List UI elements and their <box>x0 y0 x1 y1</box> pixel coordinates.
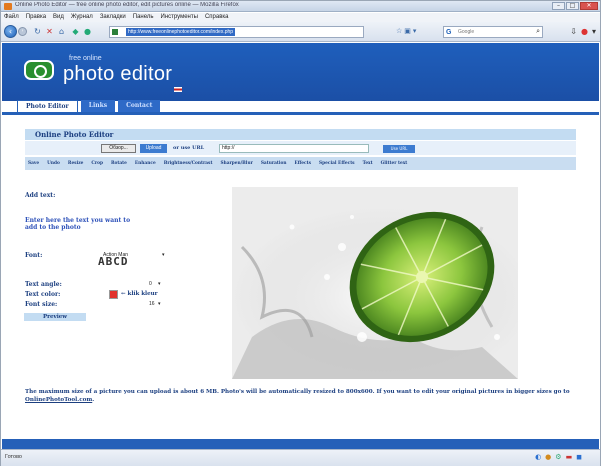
logo-tagline: free online <box>69 55 102 62</box>
site-tabs: Photo Editor Links Contact <box>2 100 599 115</box>
tool-effects[interactable]: Effects <box>294 161 311 166</box>
tool-save[interactable]: Save <box>28 161 39 166</box>
tab-photo-editor[interactable]: Photo Editor <box>17 100 78 112</box>
minimize-button[interactable]: – <box>552 2 565 10</box>
status-text: Готово <box>5 454 22 460</box>
font-preview: ABCD <box>98 255 129 268</box>
note-suffix: . <box>92 397 95 403</box>
address-bar[interactable]: http://www.freeonlinephotoeditor.com/ind… <box>109 26 364 38</box>
close-button[interactable]: ✕ <box>580 2 598 10</box>
menu-view[interactable]: Вид <box>53 13 64 22</box>
browse-button[interactable]: Обзор... <box>101 144 136 153</box>
tool-resize[interactable]: Resize <box>68 161 84 166</box>
firefox-icon <box>4 3 12 10</box>
note-text: The maximum size of a picture you can up… <box>25 389 570 395</box>
page-viewport: free online photo editor Photo Editor Li… <box>2 43 599 449</box>
photo-canvas[interactable] <box>232 187 518 379</box>
site-favicon-icon <box>112 29 118 35</box>
forward-arrow-icon[interactable]: › <box>18 27 27 36</box>
upload-row: Обзор... Upload or use URL http:// Use U… <box>25 141 576 155</box>
tool-crop[interactable]: Crop <box>91 161 103 166</box>
menu-edit[interactable]: Правка <box>26 13 46 22</box>
color-hint[interactable]: ← klik kleur <box>121 291 158 297</box>
site-header: free online photo editor <box>2 43 599 101</box>
upload-size-note: The maximum size of a picture you can up… <box>25 388 576 404</box>
window-title: Online Photo Editor — free online photo … <box>15 2 239 8</box>
search-engine-label: Google <box>458 29 475 35</box>
tab-links[interactable]: Links <box>80 100 116 112</box>
home-icon[interactable]: ⌂ <box>57 27 66 36</box>
upload-button[interactable]: Upload <box>140 144 167 153</box>
addon-icon[interactable]: ◆ <box>71 27 80 36</box>
logo-title[interactable]: photo editor <box>63 63 172 86</box>
tool-undo[interactable]: Undo <box>47 161 60 166</box>
or-url-label: or use URL <box>173 145 205 151</box>
network-icon[interactable]: ◐ <box>535 453 541 462</box>
navigation-toolbar: ‹ › ↻ ✕ ⌂ ◆ ● http://www.freeonlinephoto… <box>1 22 600 42</box>
tool-special-effects[interactable]: Special Effects <box>319 161 355 166</box>
use-url-button[interactable]: Use URL <box>383 145 415 153</box>
font-size-select[interactable]: 16 <box>149 301 155 307</box>
dropdown-icon[interactable]: ▾ <box>413 27 417 35</box>
size-dropdown-icon[interactable]: ▾ <box>158 301 161 307</box>
add-text-heading: Add text: <box>25 192 56 199</box>
menu-arrow-icon[interactable]: ▾ <box>592 27 596 36</box>
text-angle-label: Text angle: <box>25 281 62 288</box>
menu-help[interactable]: Справка <box>205 13 229 22</box>
search-input[interactable]: G Google ⌕ <box>443 26 543 38</box>
tool-glitter-text[interactable]: Glitter text <box>381 161 408 166</box>
content-title: Online Photo Editor <box>25 129 576 140</box>
menu-bar: Файл Правка Вид Журнал Закладки Панель И… <box>1 13 600 22</box>
title-bar: Online Photo Editor — free online photo … <box>1 1 600 12</box>
lime-splash-image <box>232 187 518 379</box>
maximize-button[interactable]: □ <box>566 2 579 10</box>
download-icon[interactable]: ⇩ <box>570 27 577 36</box>
site-footer-bar <box>2 439 599 449</box>
tool-rotate[interactable]: Rotate <box>111 161 127 166</box>
stop-icon[interactable]: ✕ <box>45 27 54 36</box>
angle-dropdown-icon[interactable]: ▾ <box>158 281 161 287</box>
tool-enhance[interactable]: Enhance <box>135 161 156 166</box>
tools-bar: Save Undo Resize Crop Rotate Enhance Bri… <box>25 157 576 170</box>
menu-bookmarks[interactable]: Закладки <box>100 13 126 22</box>
bookmark-star-icon[interactable]: ☆ <box>396 27 402 35</box>
addon-red-icon[interactable]: ● <box>581 27 588 36</box>
security-icon[interactable]: ⚙ <box>555 453 561 462</box>
text-instruction-link[interactable]: Enter here the text you want to add to t… <box>25 217 135 231</box>
addon-status-icon[interactable]: ● <box>545 453 551 462</box>
back-arrow-icon[interactable]: ‹ <box>4 25 17 38</box>
url-input[interactable]: http:// <box>219 144 369 153</box>
font-dropdown-icon[interactable]: ▾ <box>162 252 165 258</box>
text-angle-select[interactable]: 0 <box>149 281 152 287</box>
menu-tools[interactable]: Инструменты <box>161 13 198 22</box>
reload-icon[interactable]: ↻ <box>33 27 42 36</box>
status-bar: Готово ◐ ● ⚙ ▬ ◼ <box>1 449 600 466</box>
text-color-label: Text color: <box>25 291 61 298</box>
browser-window: Online Photo Editor — free online photo … <box>0 0 601 466</box>
font-size-label: Font size: <box>25 301 58 308</box>
text-color-swatch[interactable] <box>109 290 118 299</box>
language-flag-icon[interactable] <box>174 87 182 92</box>
menu-history[interactable]: Журнал <box>71 13 93 22</box>
tray-icon[interactable]: ◼ <box>576 453 582 462</box>
camera-logo-icon <box>24 60 54 80</box>
online-photo-tool-link[interactable]: OnlinePhotoTool.com <box>25 397 92 403</box>
feed-icon[interactable]: ▣ <box>404 27 411 35</box>
font-label: Font: <box>25 252 43 259</box>
address-url[interactable]: http://www.freeonlinephotoeditor.com/ind… <box>126 28 236 36</box>
tool-brightness-contrast[interactable]: Brightness/Contrast <box>164 161 213 166</box>
search-icon[interactable]: ⌕ <box>536 27 540 37</box>
tool-sharpen-blur[interactable]: Sharpen/Blur <box>220 161 252 166</box>
tab-contact[interactable]: Contact <box>118 100 161 112</box>
tool-saturation[interactable]: Saturation <box>261 161 287 166</box>
addon-icon-2[interactable]: ● <box>83 27 92 36</box>
preview-button[interactable]: Preview <box>24 313 86 321</box>
menu-panel[interactable]: Панель <box>133 13 154 22</box>
tool-text[interactable]: Text <box>363 161 373 166</box>
menu-file[interactable]: Файл <box>4 13 19 22</box>
flag-icon[interactable]: ▬ <box>566 453 573 462</box>
google-icon: G <box>446 29 452 36</box>
